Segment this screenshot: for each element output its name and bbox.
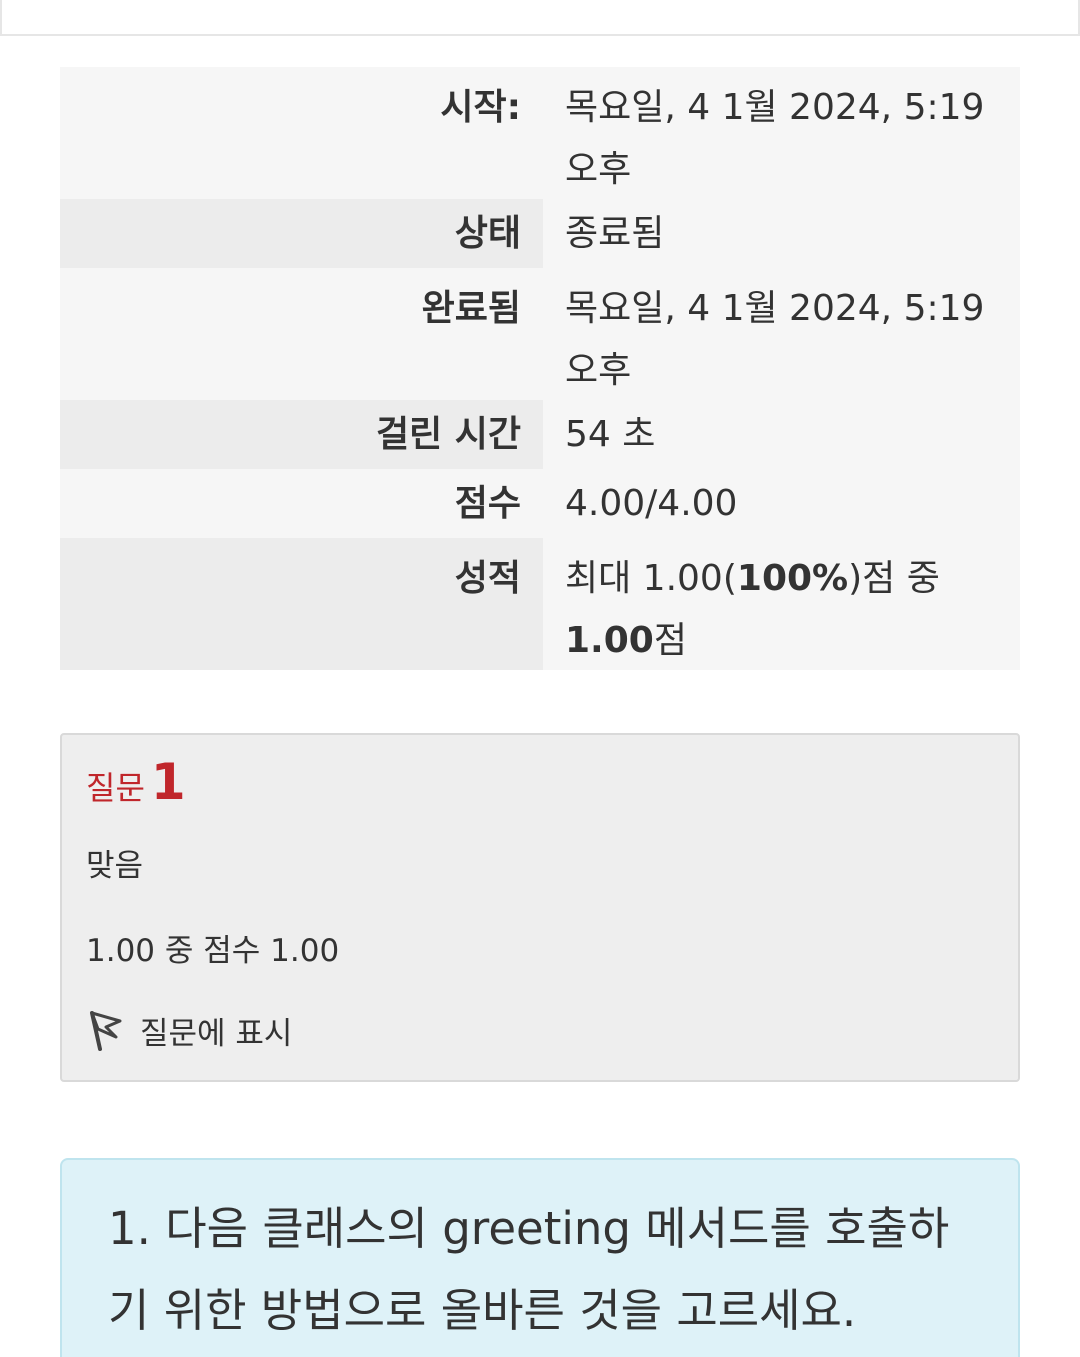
- quiz-review-page: 시작: 목요일, 4 1월 2024, 5:19 오후 상태 종료됨 완료됨 목…: [0, 0, 1080, 1357]
- summary-value: 최대 1.00(100%)점 중 1.00점: [543, 538, 1020, 670]
- summary-row-started: 시작: 목요일, 4 1월 2024, 5:19 오후: [60, 67, 1020, 199]
- summary-label: 시작:: [60, 67, 543, 199]
- summary-row-completed: 완료됨 목요일, 4 1월 2024, 5:19 오후: [60, 268, 1020, 400]
- flag-icon: [90, 1011, 122, 1051]
- question-state: 맞음: [86, 848, 144, 884]
- question-grade: 1.00 중 점수 1.00: [86, 933, 340, 969]
- question-text: 1. 다음 클래스의 greeting 메서드를 호출하기 위한 방법으로 올바…: [108, 1202, 950, 1337]
- summary-label: 성적: [60, 538, 543, 670]
- previous-card-edge: [0, 0, 1080, 36]
- summary-value: 목요일, 4 1월 2024, 5:19 오후: [543, 268, 1020, 400]
- attempt-summary-table: 시작: 목요일, 4 1월 2024, 5:19 오후 상태 종료됨 완료됨 목…: [60, 67, 1020, 670]
- question-text-box: 1. 다음 클래스의 greeting 메서드를 호출하기 위한 방법으로 올바…: [60, 1158, 1020, 1357]
- question-number-value: 1: [150, 753, 186, 811]
- summary-row-marks: 점수 4.00/4.00: [60, 469, 1020, 538]
- summary-value: 종료됨: [543, 199, 1020, 268]
- summary-value: 목요일, 4 1월 2024, 5:19 오후: [543, 67, 1020, 199]
- question-label: 질문: [86, 769, 145, 807]
- summary-label: 완료됨: [60, 268, 543, 400]
- summary-row-time-taken: 걸린 시간 54 초: [60, 400, 1020, 469]
- question-info-box: 질문 1 맞음 1.00 중 점수 1.00 질문에 표시: [60, 733, 1020, 1082]
- summary-row-grade: 성적 최대 1.00(100%)점 중 1.00점: [60, 538, 1020, 670]
- summary-label: 점수: [60, 469, 543, 538]
- summary-value: 4.00/4.00: [543, 469, 1020, 538]
- flag-question-label: 질문에 표시: [140, 1015, 293, 1052]
- flag-question-button[interactable]: 질문에 표시: [86, 1007, 292, 1053]
- summary-row-state: 상태 종료됨: [60, 199, 1020, 268]
- question-number: 질문 1: [86, 753, 186, 811]
- summary-label: 걸린 시간: [60, 400, 543, 469]
- summary-value: 54 초: [543, 400, 1020, 469]
- summary-label: 상태: [60, 199, 543, 268]
